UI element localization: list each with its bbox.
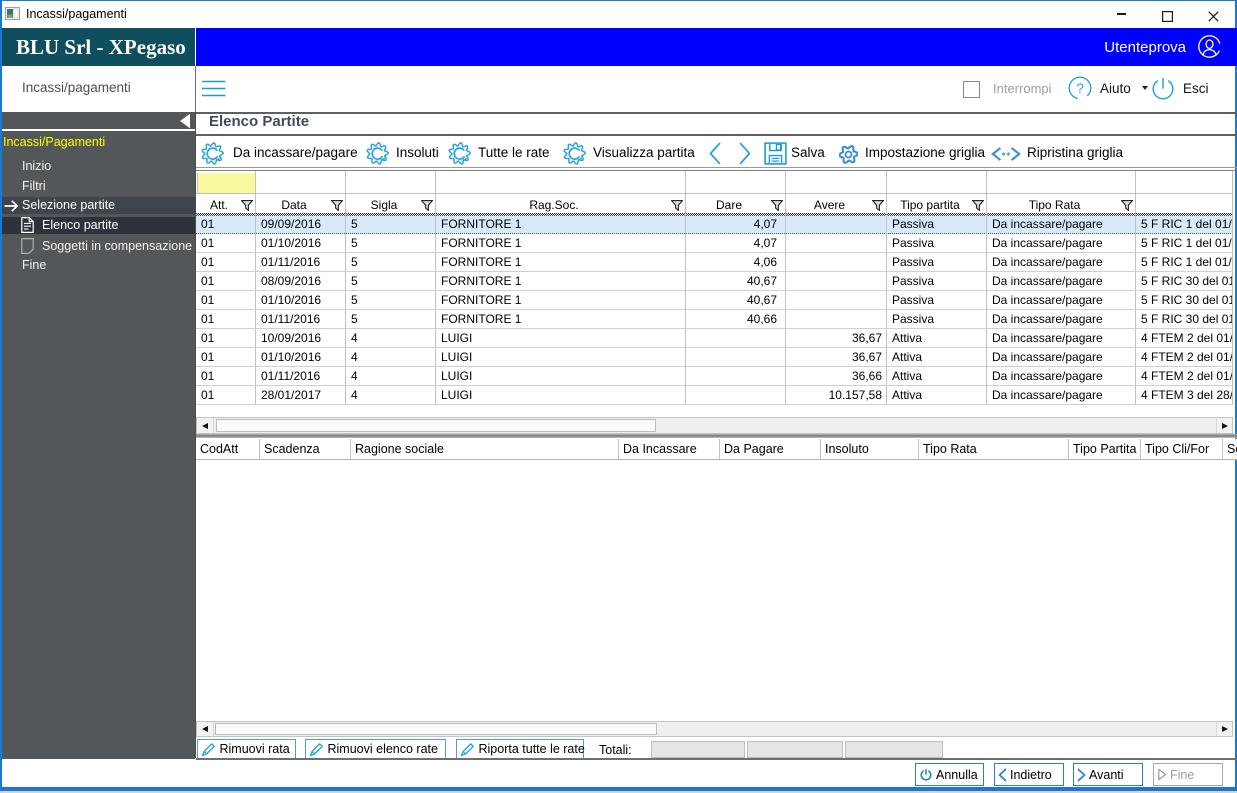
svg-text:?: ? <box>1076 80 1084 96</box>
